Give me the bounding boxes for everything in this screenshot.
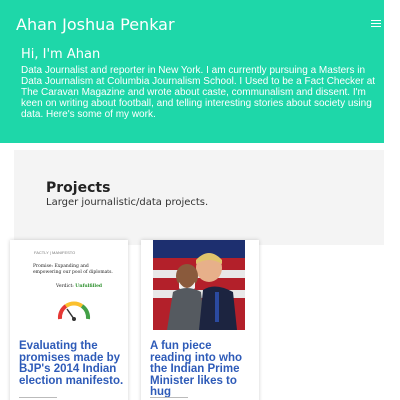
manifesto-thumbnail[interactable]: FACTLY | MANIFESTO Promise: Expanding an…: [18, 240, 120, 330]
card-title[interactable]: A fun piece reading into who the Indian …: [150, 340, 256, 399]
project-card-hugs[interactable]: A fun piece reading into who the Indian …: [141, 240, 259, 400]
site-title[interactable]: Ahan Joshua Penkar: [16, 15, 175, 34]
bio-text: Data Journalist and reporter in New York…: [21, 65, 376, 120]
thumbnail-promise: Promise: Expanding and empowering our po…: [33, 264, 113, 275]
hamburger-menu-icon[interactable]: [371, 20, 381, 28]
verdict-value: Unfulfilled: [75, 284, 103, 289]
thumbnail-verdict: Verdict: Unfulfilled: [56, 284, 102, 289]
hug-photo-image: [153, 240, 245, 330]
greeting: Hi, I'm Ahan: [21, 47, 101, 62]
projects-heading: Projects: [46, 180, 111, 196]
thumbnail-header: FACTLY | MANIFESTO: [34, 250, 76, 255]
card-title[interactable]: Evaluating the promises made by BJP's 20…: [19, 340, 125, 387]
projects-subheading: Larger journalistic/data projects.: [46, 197, 209, 208]
hug-photo-thumbnail[interactable]: [153, 240, 245, 330]
project-card-manifesto[interactable]: FACTLY | MANIFESTO Promise: Expanding an…: [10, 240, 128, 400]
gauge-icon: [57, 301, 91, 321]
verdict-label: Verdict:: [56, 284, 74, 289]
